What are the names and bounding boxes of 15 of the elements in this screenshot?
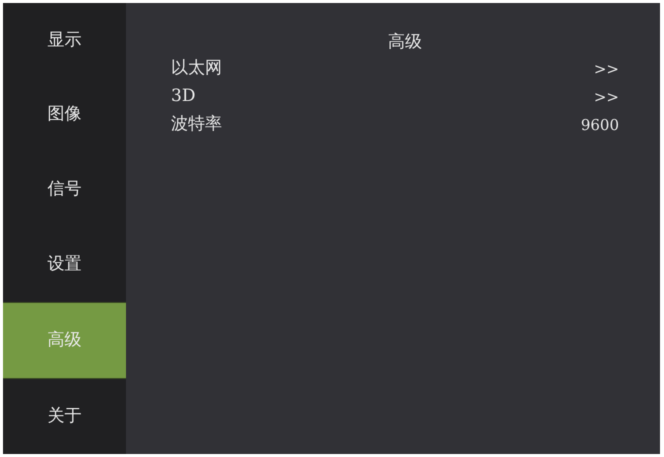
row-value: >> [594,86,619,108]
settings-row[interactable]: 3D >> [171,83,619,111]
row-label: 3D [171,85,196,108]
sidebar-item[interactable]: 显示 [3,3,126,78]
sidebar-item[interactable]: 设置 [3,227,126,302]
sidebar-item[interactable]: 图像 [3,78,126,153]
row-label: 以太网 [171,57,222,80]
row-value: 9600 [580,114,619,136]
row-value: >> [594,58,619,80]
panel-title: 高级 [388,31,422,54]
row-label: 波特率 [171,113,222,136]
settings-row[interactable]: 波特率 9600 [171,111,619,139]
sidebar-item[interactable]: 信号 [3,152,126,228]
sidebar-item[interactable]: 关于 [3,379,126,454]
settings-row[interactable]: 以太网 >> [171,55,619,83]
